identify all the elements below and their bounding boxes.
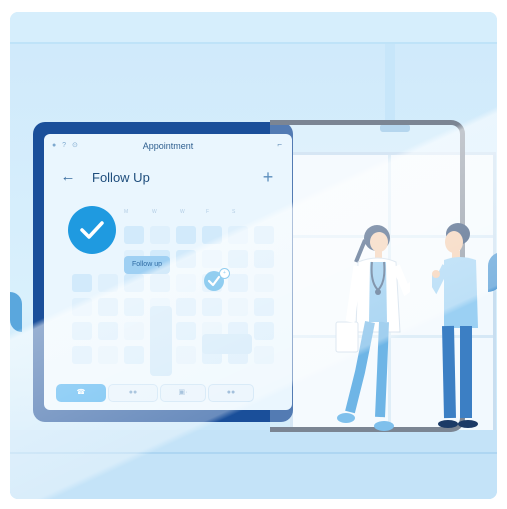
calendar-day-cell[interactable] [176, 298, 196, 316]
calendar-day-cell[interactable] [72, 298, 92, 316]
calendar-day-cell[interactable] [176, 274, 196, 292]
calendar-day-cell[interactable] [124, 346, 144, 364]
follow-up-tag[interactable]: Follow up [124, 256, 170, 274]
floor-line [10, 452, 497, 454]
calendar-day-cell[interactable] [98, 322, 118, 340]
calendar-day-cell[interactable] [176, 226, 196, 244]
calendar-day-cell[interactable] [202, 298, 222, 316]
confirmed-check-icon [68, 206, 116, 254]
calendar-day-cell[interactable] [254, 250, 274, 268]
plant-leaf-right [488, 252, 497, 292]
calendar-day-cell[interactable] [150, 226, 170, 244]
appointment-block[interactable] [202, 334, 252, 354]
screen-header: ← Follow Up + [44, 166, 292, 190]
calendar-day-cell[interactable] [98, 346, 118, 364]
page-title: Follow Up [92, 170, 150, 185]
status-right-icon: ⌐ [277, 140, 282, 149]
calendar-day-cell[interactable] [124, 322, 144, 340]
calendar-day-cell[interactable] [254, 322, 274, 340]
calendar-day-cell[interactable] [254, 226, 274, 244]
weekday-label: W [152, 209, 157, 215]
nurse-figure [432, 223, 478, 428]
status-bar: ● ? ⊙ Appointment ⌐ [44, 134, 292, 156]
calendar-day-cell[interactable] [176, 250, 196, 268]
calendar-day-cell[interactable] [254, 298, 274, 316]
calendar-day-cell[interactable] [72, 274, 92, 292]
calendar-day-cell[interactable] [228, 250, 248, 268]
app-title: Appointment [142, 141, 194, 151]
calendar-day-cell[interactable] [124, 274, 144, 292]
tablet-screen: ● ? ⊙ Appointment ⌐ ← Follow Up + M W W … [44, 134, 292, 410]
ceiling-pillar [385, 44, 395, 124]
calendar-day-cell[interactable] [254, 346, 274, 364]
plus-icon[interactable]: + [258, 167, 278, 187]
calendar-day-cell[interactable] [72, 322, 92, 340]
back-arrow-icon[interactable]: ← [58, 168, 78, 186]
weekday-label: S [232, 209, 236, 215]
calendar-day-cell[interactable] [176, 346, 196, 364]
calendar-day-cell[interactable] [72, 346, 92, 364]
calendar-day-cell[interactable] [228, 298, 248, 316]
calendar-day-cell[interactable] [254, 274, 274, 292]
calendar-day-cell[interactable] [98, 298, 118, 316]
chat-button[interactable]: ●● [108, 384, 158, 402]
video-button[interactable]: ▣· [160, 384, 206, 402]
weekday-label: M [124, 209, 129, 215]
calendar-day-cell[interactable] [98, 274, 118, 292]
calendar-day-cell[interactable] [124, 298, 144, 316]
calendar-day-cell[interactable] [176, 322, 196, 340]
phone-button[interactable]: ☎ [56, 384, 106, 402]
appointment-block[interactable] [150, 306, 172, 376]
plant-leaf-left [10, 292, 22, 332]
calendar-day-cell[interactable] [150, 274, 170, 292]
bottom-toolbar: ☎ ●● ▣· ●● [44, 380, 292, 404]
people-button[interactable]: ●● [208, 384, 254, 402]
weekday-label: F [206, 209, 210, 215]
calendar-day-cell[interactable] [228, 226, 248, 244]
wall [10, 12, 497, 42]
doctor-figure [335, 225, 410, 431]
calendar-day-cell[interactable] [228, 274, 248, 292]
calendar-day-cell[interactable] [124, 226, 144, 244]
wall-trim [10, 42, 497, 44]
calendar-day-cell[interactable] [202, 250, 222, 268]
badge: + [219, 268, 230, 279]
calendar-day-cell[interactable] [202, 226, 222, 244]
floor [10, 430, 497, 499]
weekday-label: W [180, 209, 185, 215]
